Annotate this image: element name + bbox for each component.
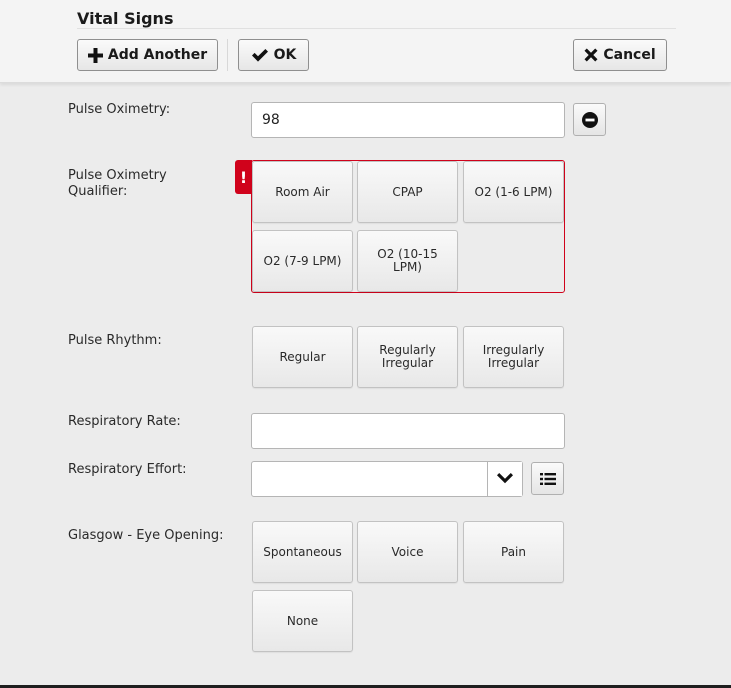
cancel-label: Cancel xyxy=(603,47,656,63)
add-another-label: Add Another xyxy=(107,47,208,63)
qualifier-option-room-air[interactable]: Room Air xyxy=(252,161,353,223)
ok-button[interactable]: OK xyxy=(238,39,309,71)
qualifier-option-o2-7-9[interactable]: O2 (7-9 LPM) xyxy=(252,230,353,292)
pulse-oximetry-qualifier-label-line2: Qualifier: xyxy=(68,184,128,199)
error-badge: ! xyxy=(235,160,252,194)
chevron-down-icon xyxy=(496,473,514,485)
list-picker-button[interactable] xyxy=(531,462,564,495)
remove-field-button[interactable] xyxy=(573,103,606,136)
toolbar-separator xyxy=(227,39,228,71)
eye-opening-option-pain[interactable]: Pain xyxy=(463,521,564,583)
vital-signs-page: Vital Signs Add Another OK Cancel Pulse … xyxy=(0,0,731,688)
header: Vital Signs Add Another OK Cancel xyxy=(0,0,731,83)
pulse-rhythm-option-irregularly-irregular[interactable]: Irregularly Irregular xyxy=(463,326,564,388)
dropdown-toggle[interactable] xyxy=(487,462,522,496)
minus-circle-icon xyxy=(581,111,598,128)
respiratory-rate-label: Respiratory Rate: xyxy=(68,414,181,429)
qualifier-option-o2-1-6[interactable]: O2 (1-6 LPM) xyxy=(463,161,564,223)
list-icon xyxy=(539,472,556,486)
pulse-oximetry-label: Pulse Oximetry: xyxy=(68,102,171,117)
qualifier-option-o2-10-15[interactable]: O2 (10-15 LPM) xyxy=(357,230,458,292)
pulse-oximetry-qualifier-label: Pulse Oximetry Qualifier: xyxy=(68,168,167,200)
plus-icon xyxy=(87,47,103,63)
qualifier-option-cpap[interactable]: CPAP xyxy=(357,161,458,223)
pulse-rhythm-option-regularly-irregular[interactable]: Regularly Irregular xyxy=(357,326,458,388)
respiratory-rate-input[interactable] xyxy=(251,413,565,449)
header-divider xyxy=(77,28,676,29)
pulse-oximetry-input[interactable] xyxy=(251,102,565,138)
cancel-button[interactable]: Cancel xyxy=(573,39,667,71)
eye-opening-option-voice[interactable]: Voice xyxy=(357,521,458,583)
eye-opening-option-none[interactable]: None xyxy=(252,590,353,652)
eye-opening-option-spontaneous[interactable]: Spontaneous xyxy=(252,521,353,583)
add-another-button[interactable]: Add Another xyxy=(77,39,218,71)
glasgow-eye-opening-label: Glasgow - Eye Opening: xyxy=(68,528,224,543)
respiratory-effort-select[interactable] xyxy=(251,461,523,497)
checkmark-icon xyxy=(251,48,269,62)
respiratory-effort-label: Respiratory Effort: xyxy=(68,462,187,477)
pulse-rhythm-option-regular[interactable]: Regular xyxy=(252,326,353,388)
ok-label: OK xyxy=(273,47,297,63)
pulse-oximetry-qualifier-label-line1: Pulse Oximetry xyxy=(68,168,167,183)
close-icon xyxy=(584,48,598,62)
page-title: Vital Signs xyxy=(77,9,174,28)
pulse-rhythm-label: Pulse Rhythm: xyxy=(68,333,162,348)
